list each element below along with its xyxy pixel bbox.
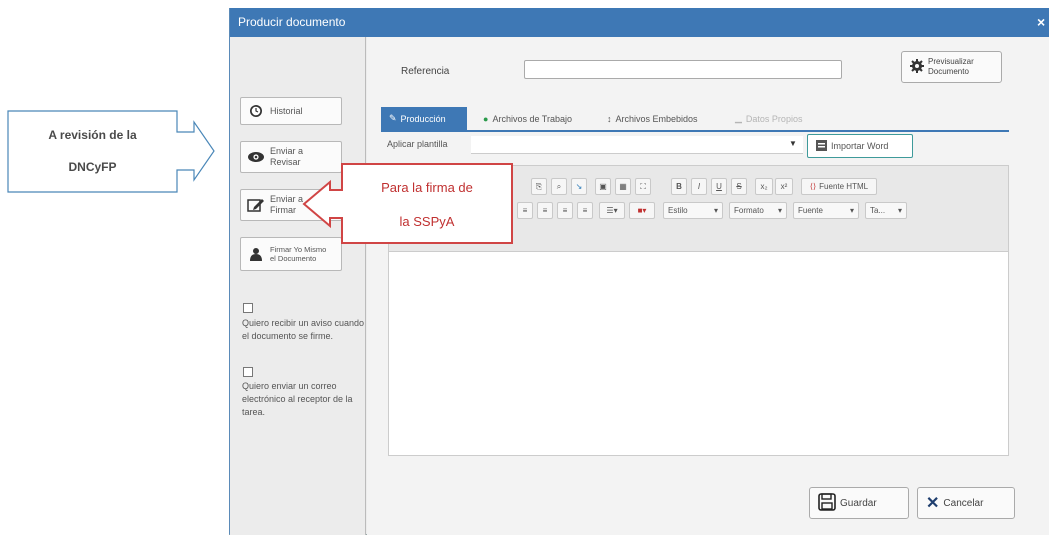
cancelar-button[interactable]: ✕ Cancelar xyxy=(917,487,1015,519)
fuente-label: Fuente xyxy=(798,206,823,215)
window-title: Producir documento xyxy=(230,8,1049,37)
annotation-red-line2: la SSPyA xyxy=(399,214,455,229)
annotation-red-line1: Para la firma de xyxy=(381,180,473,195)
aplicar-plantilla-label: Aplicar plantilla xyxy=(387,139,448,149)
list-icon: ▁ xyxy=(735,113,742,123)
align-center-icon[interactable]: ≡ xyxy=(537,202,553,219)
source-html-label: Fuente HTML xyxy=(819,182,869,191)
tamano-select[interactable]: Ta... ▾ xyxy=(865,202,907,219)
referencia-input[interactable] xyxy=(524,60,842,79)
chevron-down-icon: ▾ xyxy=(849,206,854,215)
find-icon[interactable]: ⌕ xyxy=(551,178,567,195)
annotation-red-arrow-callout xyxy=(302,163,513,244)
historial-label: Historial xyxy=(270,105,303,116)
underline-button[interactable]: U xyxy=(711,178,727,195)
editor-content-area[interactable] xyxy=(389,253,1008,455)
chevron-down-icon[interactable]: ▼ xyxy=(789,139,797,148)
maximize-icon[interactable]: ⛶ xyxy=(635,178,651,195)
save-icon xyxy=(818,492,836,514)
tab-datos-propios[interactable]: ▁ Datos Propios xyxy=(727,107,810,130)
producir-documento-window: Producir documento × Historial Enviar a … xyxy=(229,8,1049,535)
previsualizar-label: Previsualizar Documento xyxy=(928,57,974,76)
user-icon xyxy=(247,246,265,262)
word-icon xyxy=(816,139,827,153)
line-height-icon[interactable]: ☰▾ xyxy=(599,202,625,219)
image-icon[interactable]: ▣ xyxy=(595,178,611,195)
referencia-label: Referencia xyxy=(401,66,450,77)
plantilla-select[interactable] xyxy=(471,136,803,154)
tamano-label: Ta... xyxy=(870,206,886,215)
guardar-button[interactable]: Guardar xyxy=(809,487,909,519)
paperclip-icon: ● xyxy=(483,113,489,124)
tab-archivos-embebidos-label: Archivos Embebidos xyxy=(615,113,698,124)
notify-email-checkbox[interactable] xyxy=(243,367,253,377)
notify-sign-text: Quiero recibir un aviso cuando el docume… xyxy=(242,318,365,341)
tab-archivos-trabajo[interactable]: ● Archivos de Trabajo xyxy=(475,107,580,130)
estilo-label: Estilo xyxy=(668,206,688,215)
copy-icon[interactable]: ⎘ xyxy=(531,178,547,195)
gear-icon xyxy=(910,58,924,76)
previsualizar-button[interactable]: Previsualizar Documento xyxy=(901,51,1002,83)
notify-email-text: Quiero enviar un correo electrónico al r… xyxy=(242,381,353,417)
tab-archivos-embebidos[interactable]: ↕ Archivos Embebidos xyxy=(599,107,706,130)
fuente-select[interactable]: Fuente ▾ xyxy=(793,202,859,219)
strike-button[interactable]: S xyxy=(731,178,747,195)
chevron-down-icon: ▾ xyxy=(897,206,902,215)
annotation-left-line2: DNCyFP xyxy=(68,160,117,174)
italic-button[interactable]: I xyxy=(691,178,707,195)
bold-button[interactable]: B xyxy=(671,178,687,195)
align-right-icon[interactable]: ≡ xyxy=(557,202,573,219)
cancelar-label: Cancelar xyxy=(943,497,984,509)
code-icon: ⟨⟩ xyxy=(809,182,817,191)
table-icon[interactable]: ▦ xyxy=(615,178,631,195)
tab-archivos-trabajo-label: Archivos de Trabajo xyxy=(492,113,572,124)
tab-produccion[interactable]: ✎ Producción xyxy=(381,107,467,130)
color-icon[interactable]: ■▾ xyxy=(629,202,655,219)
annotation-left-arrow-callout xyxy=(7,110,215,193)
source-html-button[interactable]: ⟨⟩ Fuente HTML xyxy=(801,178,877,195)
notify-sign-checkbox[interactable] xyxy=(243,303,253,313)
main-panel: Referencia Previsualizar Documento ✎ Pro… xyxy=(367,37,1049,535)
formato-label: Formato xyxy=(734,206,764,215)
clock-icon xyxy=(247,103,265,119)
close-icon: ✕ xyxy=(926,495,940,512)
sidebar: Historial Enviar a Revisar Enviar a Firm… xyxy=(230,37,366,535)
importar-word-button[interactable]: Importar Word xyxy=(807,134,913,158)
superscript-button[interactable]: x² xyxy=(775,178,793,195)
formato-select[interactable]: Formato ▾ xyxy=(729,202,787,219)
edit-icon xyxy=(247,197,265,213)
eye-icon xyxy=(247,149,265,165)
close-icon[interactable]: × xyxy=(1037,8,1047,37)
align-justify-icon[interactable]: ≡ xyxy=(577,202,593,219)
pencil-icon: ✎ xyxy=(389,113,397,123)
guardar-label: Guardar xyxy=(840,497,877,509)
chevron-down-icon: ▾ xyxy=(713,206,718,215)
estilo-select[interactable]: Estilo ▾ xyxy=(663,202,723,219)
annotation-left-line1: A revisión de la xyxy=(48,128,137,142)
chevron-down-icon: ▾ xyxy=(777,206,782,215)
attachment-icon: ↕ xyxy=(607,113,612,124)
historial-button[interactable]: Historial xyxy=(240,97,342,125)
tab-datos-propios-label: Datos Propios xyxy=(745,113,803,124)
tab-produccion-label: Producción xyxy=(400,113,446,124)
subscript-button[interactable]: x₂ xyxy=(755,178,773,195)
importar-word-label: Importar Word xyxy=(831,141,889,151)
tab-underline xyxy=(381,130,1009,132)
replace-icon[interactable]: ↘ xyxy=(571,178,587,195)
